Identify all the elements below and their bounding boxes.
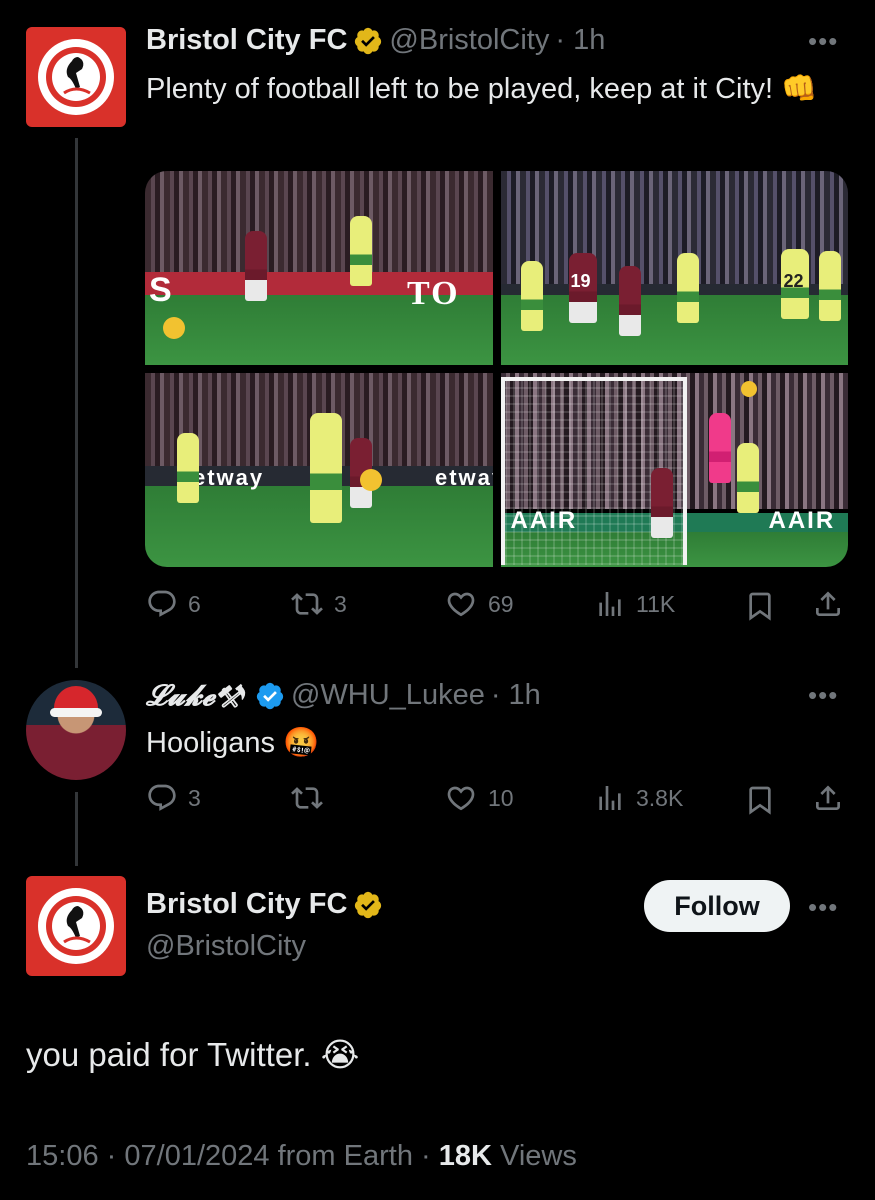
tweet1-media-grid[interactable]: S TO 19 22 etway etway AAIR AA [145,171,848,567]
thread-line-2 [75,792,78,866]
views-chart-icon [599,592,621,616]
tweet3-date[interactable]: 07/01/2024 [124,1140,269,1172]
tweet2-more-icon[interactable]: ••• [808,680,838,711]
tweet3-handle[interactable]: @BristolCity [146,930,306,963]
repost-icon [291,593,323,615]
tweet1-header: Bristol City FC @BristolCity · 1h [146,24,605,57]
tweet2-text: Hooligans 🤬 [146,727,320,759]
tweet2-like-count: 10 [488,784,514,811]
tweet3-views-label: Views [500,1140,577,1172]
tweet1-reply-button[interactable]: 6 [146,588,201,620]
photo2-shirt-22: 22 [783,271,804,291]
tweet2-reply-button[interactable]: 3 [146,782,201,814]
tweet2-handle[interactable]: @WHU_Lukee [291,679,485,712]
repost-icon [291,787,323,809]
photo2-shirt-19: 19 [570,271,591,291]
meta-separator: · [421,1140,431,1172]
reply-icon [148,784,176,811]
verified-blue-badge-icon [256,682,284,709]
tweet1-display-name[interactable]: Bristol City FC [146,24,347,57]
football-icon [740,381,757,397]
photo4-board-left: AAIR [510,507,578,534]
photo3-board-right: etway [435,465,493,490]
tweet3-name-row: Bristol City FC [146,888,383,921]
tweet3-time[interactable]: 15:06 [26,1140,99,1172]
tweet1-time[interactable]: · 1h [555,24,605,57]
verified-gold-badge-icon [355,27,382,54]
heart-icon [447,786,475,811]
tweet3-display-name[interactable]: Bristol City FC [146,888,347,921]
bookmark-icon[interactable] [744,784,776,816]
heart-icon [447,592,475,617]
bristol-city-avatar-main[interactable] [26,876,126,976]
tweet2-display-name[interactable]: 𝓛𝓾𝓴𝓮⚒ [146,678,243,713]
tweet2-time[interactable]: · 1h [491,679,541,712]
tweet2-views-button[interactable]: 3.8K [594,782,683,814]
bookmark-icon[interactable] [744,590,776,622]
share-icon[interactable] [812,782,844,814]
bristol-city-crest-icon [38,39,114,115]
photo4-board-right: AAIR [768,507,836,534]
tweet3-text: you paid for Twitter. 😭 [26,1036,360,1073]
tweet3-views-count[interactable]: 18K [439,1140,492,1172]
tweet1-repost-button[interactable]: 3 [290,588,347,620]
tweet1-more-icon[interactable]: ••• [808,26,838,57]
tweet2-like-button[interactable]: 10 [444,782,514,814]
tweet1-text: Plenty of football left to be played, ke… [146,73,818,105]
tweet1-views-button[interactable]: 11K [594,588,675,620]
tweet1-photo-3[interactable]: etway etway [145,373,493,567]
tweet3-meta: 15:06 · 07/01/2024 from Earth · 18K View… [26,1140,577,1173]
tweet2-repost-button[interactable] [290,782,334,814]
photo1-board-right: TO [407,275,460,312]
tweet1-reply-count: 6 [188,590,201,617]
tweet1-photo-4[interactable]: AAIR AAIR [500,373,848,567]
luke-avatar[interactable] [26,680,126,780]
photo3-board-left: etway [193,465,265,490]
follow-button[interactable]: Follow [644,880,790,932]
tweet1-like-count: 69 [488,590,514,617]
meta-separator: · [106,1140,117,1172]
share-icon[interactable] [812,588,844,620]
views-chart-icon [599,786,621,810]
tweet3-more-icon[interactable]: ••• [808,892,838,923]
football-icon [163,317,185,339]
reply-icon [148,590,176,617]
verified-gold-badge-icon [355,891,382,918]
thread-line-1 [75,138,78,668]
tweet2-reply-count: 3 [188,784,201,811]
tweet1-handle[interactable]: @BristolCity [389,24,549,57]
bristol-city-crest-icon [38,888,114,964]
tweet3-source: from Earth [277,1140,413,1172]
football-icon [360,469,382,491]
tweet1-like-button[interactable]: 69 [444,588,514,620]
photo1-board-left: S [149,271,174,309]
tweet2-views-count: 3.8K [636,784,684,811]
tweet1-photo-1[interactable]: S TO [145,171,493,365]
tweet2-header: 𝓛𝓾𝓴𝓮⚒ @WHU_Lukee · 1h [146,678,541,713]
bristol-city-avatar[interactable] [26,27,126,127]
tweet1-repost-count: 3 [334,590,347,617]
tweet1-views-count: 11K [636,590,676,617]
santa-hat-trim [50,708,102,717]
tweet1-photo-2[interactable]: 19 22 [500,171,848,365]
